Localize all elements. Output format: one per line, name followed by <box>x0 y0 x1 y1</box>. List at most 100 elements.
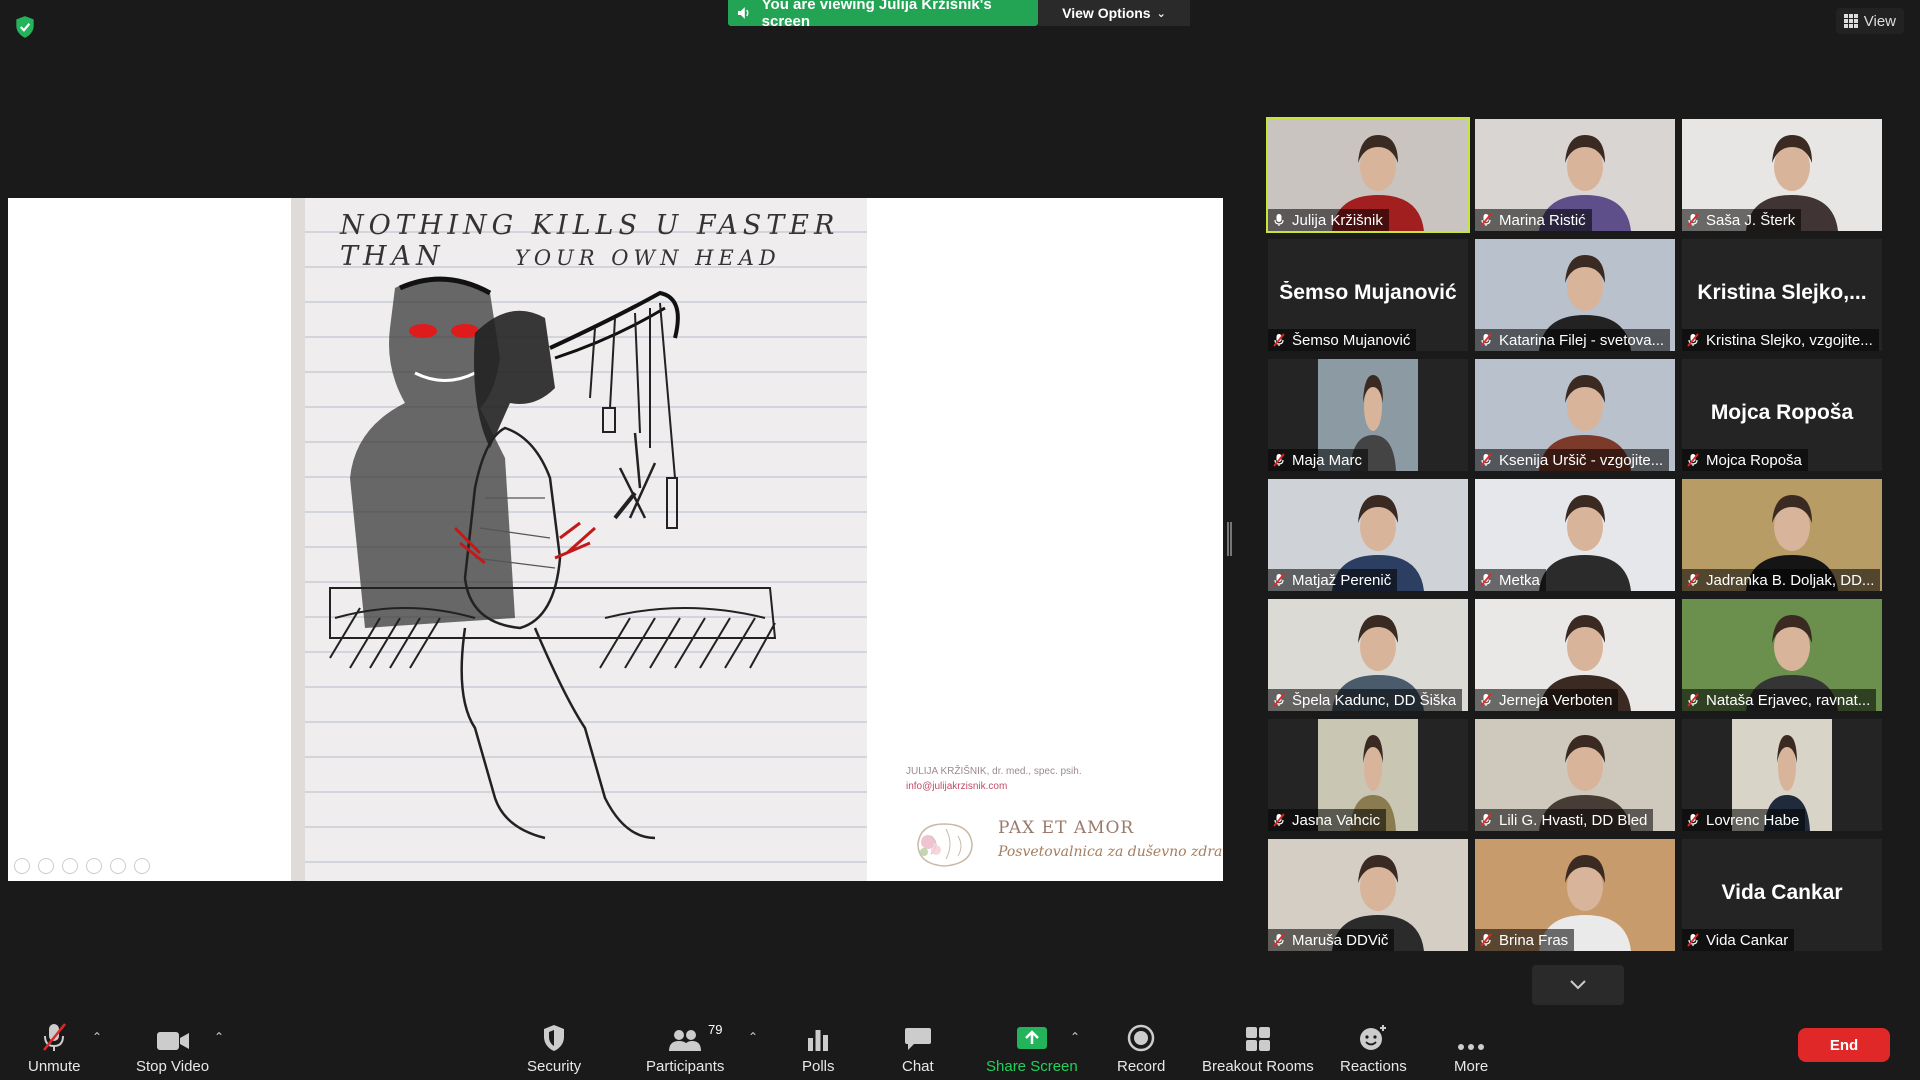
microphone-muted-icon <box>1273 813 1285 827</box>
participant-name-bar: Lili G. Hvasti, DD Bled <box>1475 809 1654 831</box>
microphone-muted-icon <box>1480 333 1492 347</box>
microphone-muted-icon <box>1273 453 1285 467</box>
share-screen-label: Share Screen <box>986 1058 1078 1075</box>
participant-tile[interactable]: Ksenija Uršič - vzgojite... <box>1475 359 1675 471</box>
brain-flower-logo-icon <box>917 823 973 867</box>
gallery-scroll-down-button[interactable] <box>1532 965 1624 1005</box>
chat-button[interactable]: Chat <box>902 1022 934 1075</box>
participants-options-caret[interactable]: ⌃ <box>748 1030 758 1044</box>
microphone-muted-icon <box>1480 933 1492 947</box>
participant-tile[interactable]: Šemso Mujanović Šemso Mujanović <box>1268 239 1468 351</box>
participant-tile[interactable]: Jasna Vahcic <box>1268 719 1468 831</box>
participant-tile[interactable]: Lovrenc Habe <box>1682 719 1882 831</box>
participant-tile[interactable]: Marina Ristić <box>1475 119 1675 231</box>
participant-tile[interactable]: Metka <box>1475 479 1675 591</box>
participant-tile[interactable]: Vida Cankar Vida Cankar <box>1682 839 1882 951</box>
reactions-button[interactable]: Reactions <box>1340 1022 1407 1075</box>
annotation-tool-icon[interactable] <box>110 858 126 874</box>
audio-options-caret[interactable]: ⌃ <box>92 1030 102 1044</box>
participant-tile[interactable]: Lili G. Hvasti, DD Bled <box>1475 719 1675 831</box>
participant-tile[interactable]: Julija Kržišnik <box>1266 117 1470 233</box>
share-options-caret[interactable]: ⌃ <box>1070 1030 1080 1044</box>
annotation-tool-icon[interactable] <box>14 858 30 874</box>
more-button[interactable]: More <box>1454 1022 1488 1075</box>
annotation-tool-icon[interactable] <box>86 858 102 874</box>
participant-name-bar: Špela Kadunc, DD Šiška <box>1268 689 1463 711</box>
breakout-rooms-button[interactable]: Breakout Rooms <box>1202 1022 1314 1075</box>
annotation-tool-icon[interactable] <box>62 858 78 874</box>
participant-name-bar: Marina Ristić <box>1475 209 1592 231</box>
brand-email: info@julijakrzisnik.com <box>906 781 1008 792</box>
microphone-icon <box>1274 214 1284 226</box>
participant-name: Kristina Slejko, vzgojite... <box>1706 331 1873 349</box>
reactions-label: Reactions <box>1340 1058 1407 1075</box>
participant-name: Maja Marc <box>1292 451 1363 469</box>
view-label: View <box>1863 12 1896 30</box>
participant-tile[interactable]: Matjaž Perenič <box>1268 479 1468 591</box>
view-options-button[interactable]: View Options ⌄ <box>1038 0 1190 26</box>
video-camera-icon <box>156 1032 189 1050</box>
participants-count-badge: 79 <box>708 1022 723 1037</box>
participant-name-bar: Metka <box>1475 569 1546 591</box>
polls-chart-icon <box>808 1030 829 1051</box>
end-label: End <box>1829 1036 1859 1054</box>
participant-name-bar: Lovrenc Habe <box>1682 809 1806 831</box>
participant-name: Julija Kržišnik <box>1292 211 1383 229</box>
more-dots-icon <box>1458 1044 1485 1050</box>
brand-name: PAX ET AMOR <box>998 818 1135 838</box>
split-resize-handle[interactable] <box>1227 522 1232 556</box>
security-label: Security <box>527 1058 582 1075</box>
unmute-button[interactable]: Unmute <box>28 1022 81 1075</box>
participant-tile[interactable]: Jerneja Verboten <box>1475 599 1675 711</box>
participant-tile[interactable]: Jadranka B. Doljak, DD... <box>1682 479 1882 591</box>
participant-tile[interactable]: Katarina Filej - svetova... <box>1475 239 1675 351</box>
participant-name: Špela Kadunc, DD Šiška <box>1292 691 1457 709</box>
sketch-illustration <box>329 276 777 840</box>
participant-tile[interactable]: Špela Kadunc, DD Šiška <box>1268 599 1468 711</box>
stop-video-label: Stop Video <box>136 1058 210 1075</box>
participant-name-bar: Matjaž Perenič <box>1268 569 1398 591</box>
stop-video-button[interactable]: Stop Video <box>136 1022 209 1075</box>
participant-tile[interactable]: Kristina Slejko,... Kristina Slejko, vzgo… <box>1682 239 1882 351</box>
video-options-caret[interactable]: ⌃ <box>214 1030 224 1044</box>
microphone-muted-icon <box>1480 693 1492 707</box>
participant-name-bar: Saša J. Šterk <box>1682 209 1802 231</box>
participant-name: Šemso Mujanović <box>1292 331 1411 349</box>
participant-tile[interactable]: Mojca Ropoša Mojca Ropoša <box>1682 359 1882 471</box>
grid-icon <box>1843 14 1858 28</box>
participants-label: Participants <box>646 1058 725 1075</box>
end-meeting-button[interactable]: End <box>1798 1028 1890 1062</box>
microphone-muted-icon <box>1273 933 1285 947</box>
microphone-muted-icon <box>1687 333 1699 347</box>
screen-share-banner: You are viewing Julija Kržišnik's screen <box>728 0 1038 30</box>
participants-button[interactable]: 79 Participants <box>646 1022 724 1075</box>
security-shield-icon[interactable] <box>12 14 38 40</box>
participant-tile[interactable]: Maja Marc <box>1268 359 1468 471</box>
more-label: More <box>1454 1058 1489 1075</box>
participant-name: Lovrenc Habe <box>1706 811 1800 829</box>
annotation-tool-icon[interactable] <box>134 858 150 874</box>
participant-tile[interactable]: Nataša Erjavec, ravnat... <box>1682 599 1882 711</box>
polls-button[interactable]: Polls <box>802 1022 835 1075</box>
shield-icon <box>544 1025 565 1051</box>
share-screen-button[interactable]: Share Screen <box>986 1022 1078 1075</box>
participant-name-bar: Šemso Mujanović <box>1268 329 1417 351</box>
participant-name: Katarina Filej - svetova... <box>1499 331 1665 349</box>
participant-name: Maruša DDVič <box>1292 931 1389 949</box>
annotation-tool-icon[interactable] <box>38 858 54 874</box>
participant-name: Brina Fras <box>1499 931 1569 949</box>
participant-tile[interactable]: Maruša DDVič <box>1268 839 1468 951</box>
share-banner-text: You are viewing Julija Kržišnik's screen <box>761 0 992 30</box>
microphone-muted-icon <box>1273 333 1285 347</box>
participant-name: Metka <box>1499 571 1540 589</box>
view-layout-button[interactable]: View <box>1835 8 1904 34</box>
security-button[interactable]: Security <box>527 1022 581 1075</box>
participant-name: Saša J. Šterk <box>1706 211 1796 229</box>
participant-tile[interactable]: Brina Fras <box>1475 839 1675 951</box>
participant-name-bar: Ksenija Uršič - vzgojite... <box>1475 449 1670 471</box>
record-button[interactable]: Record <box>1117 1022 1165 1075</box>
annotation-toolbar[interactable] <box>14 858 150 874</box>
participant-name-bar: Julija Kržišnik <box>1268 209 1389 231</box>
participant-tile[interactable]: Saša J. Šterk <box>1682 119 1882 231</box>
participant-display-name: Vida Cankar <box>1721 881 1843 904</box>
